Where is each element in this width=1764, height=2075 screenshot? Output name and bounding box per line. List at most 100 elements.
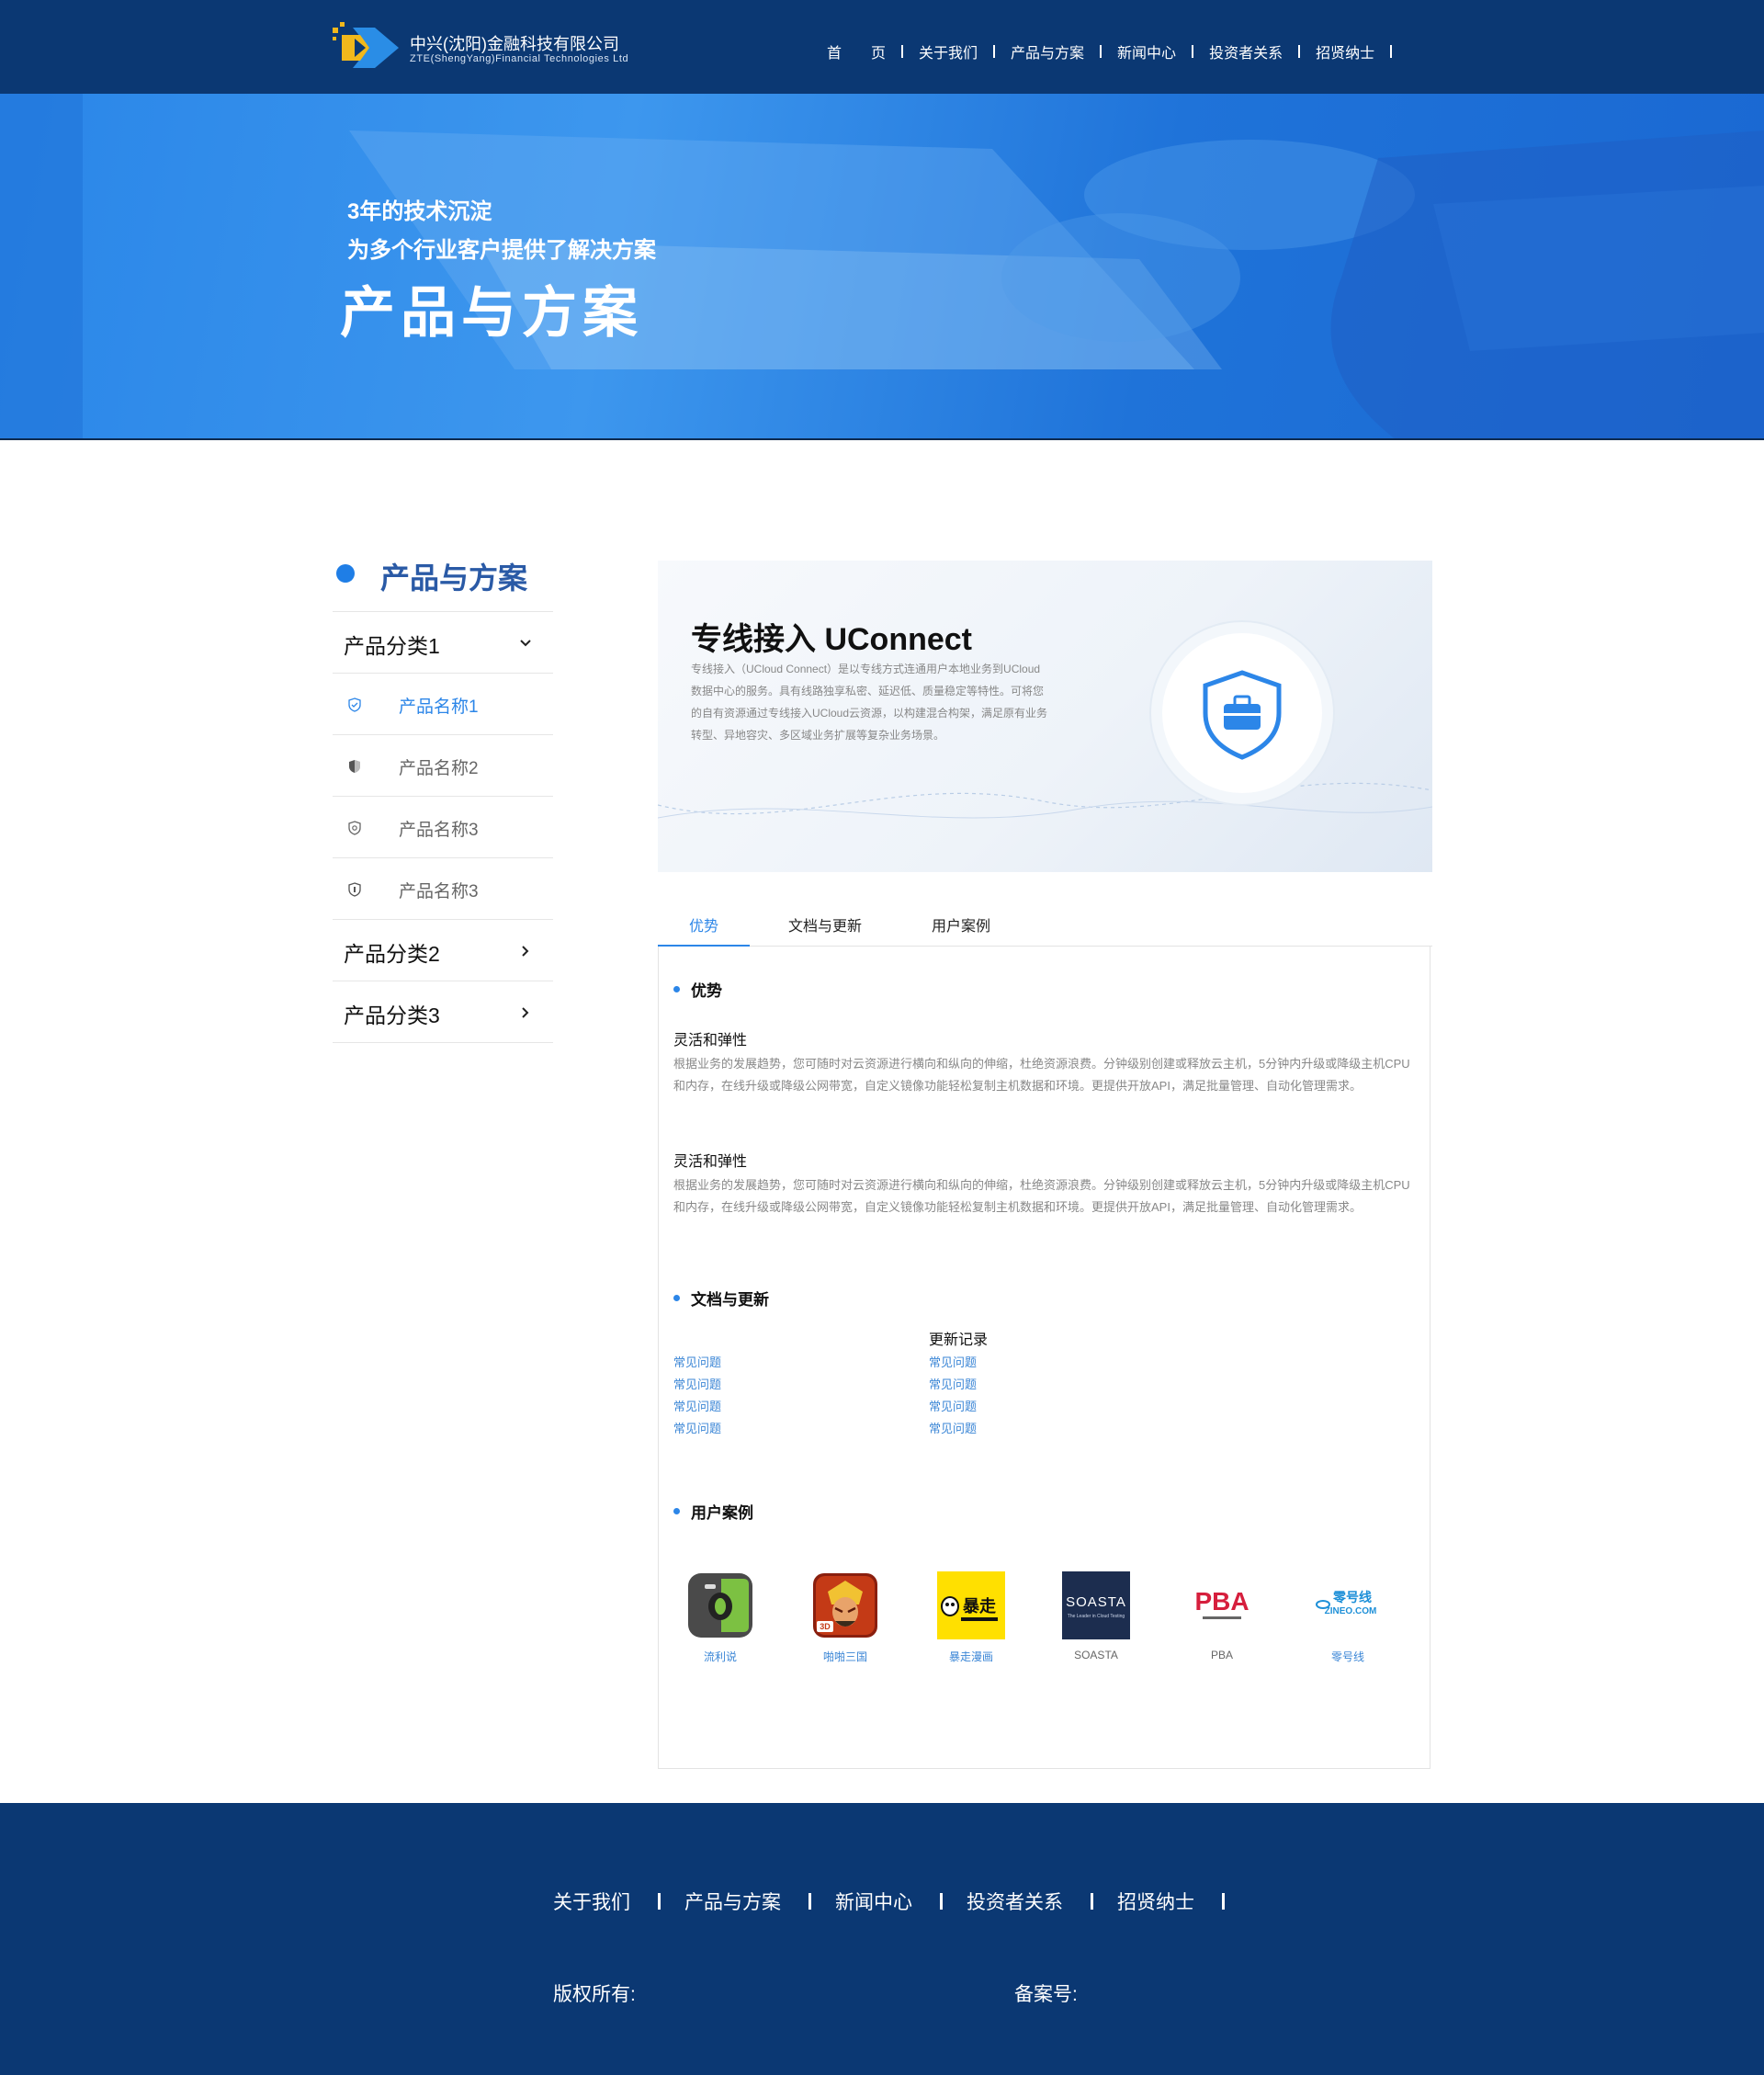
doc-link-faq[interactable]: 常见问题 <box>673 1375 721 1392</box>
footer-nav-separator <box>808 1893 811 1910</box>
product-description: 专线接入（UCloud Connect）是以专线方式连通用户本地业务到UClou… <box>691 663 1048 742</box>
tab-docs[interactable]: 文档与更新 <box>788 913 862 935</box>
footer-nav-about[interactable]: 关于我们 <box>553 1888 684 1915</box>
doc-link-faq[interactable]: 常见问题 <box>673 1397 721 1414</box>
nav-about[interactable]: 关于我们 <box>919 40 1011 62</box>
update-link[interactable]: 常见问题 <box>929 1375 977 1392</box>
tab-advantages[interactable]: 优势 <box>689 913 718 935</box>
sidebar-item-product-4[interactable]: 产品名称3 <box>333 858 553 920</box>
nav-careers[interactable]: 招贤纳士 <box>1316 40 1408 62</box>
category-label: 产品分类1 <box>344 634 440 658</box>
footer-nav-separator <box>658 1893 661 1910</box>
sidebar-category-2[interactable]: 产品分类2 <box>333 920 553 981</box>
product-name-label: 产品名称2 <box>399 759 479 778</box>
update-link[interactable]: 常见问题 <box>929 1419 977 1436</box>
section-title: 优势 <box>691 982 722 1000</box>
sidebar-item-product-3[interactable]: 产品名称3 <box>333 797 553 858</box>
svg-text:暴走: 暴走 <box>963 1597 996 1616</box>
case-name: SOASTA <box>1074 1649 1118 1661</box>
shield-dot-icon <box>348 882 361 897</box>
nav-separator <box>993 45 996 58</box>
top-header: 中兴(沈阳)金融科技有限公司 ZTE(ShengYang)Financial T… <box>0 0 1764 94</box>
bullet-icon <box>673 1295 680 1301</box>
feature-description: 根据业务的发展趋势，您可随时对云资源进行横向和纵向的伸缩，杜绝资源浪费。分钟级别… <box>673 1057 1410 1093</box>
nav-home[interactable]: 首 页 <box>827 40 919 62</box>
category-label: 产品分类3 <box>344 1003 440 1027</box>
product-title: 专线接入 UConnect <box>691 622 972 657</box>
nav-investors[interactable]: 投资者关系 <box>1209 40 1316 62</box>
feature-description: 根据业务的发展趋势，您可随时对云资源进行横向和纵向的伸缩，杜绝资源浪费。分钟级别… <box>673 1178 1410 1214</box>
sidebar-category-1[interactable]: 产品分类1 <box>333 612 553 674</box>
shield-outline-icon <box>348 821 361 835</box>
laptop-hands-illustration <box>0 94 1764 438</box>
update-link[interactable]: 常见问题 <box>929 1353 977 1370</box>
papa-sanguo-logo: 3D <box>813 1573 877 1638</box>
icp-record-text: 备案号: <box>1014 1984 1078 2005</box>
svg-text:零号线: 零号线 <box>1332 1590 1372 1605</box>
chevron-down-icon <box>520 640 531 647</box>
hero-banner: 3年的技术沉淀 为多个行业客户提供了解决方案 产品与方案 <box>0 94 1764 440</box>
nav-about-label: 关于我们 <box>919 46 978 62</box>
product-tabs: 优势 文档与更新 用户案例 <box>658 901 1432 947</box>
nav-separator <box>1192 45 1194 58</box>
bullet-icon <box>673 986 680 992</box>
soasta-logo: SOASTA The Leader in Cloud Testing <box>1062 1571 1130 1639</box>
case-name: 啪啪三国 <box>822 1650 867 1663</box>
update-log-heading: 更新记录 <box>929 1332 989 1348</box>
section-cases-heading: 用户案例 <box>673 1500 753 1523</box>
section-advantages-heading: 优势 <box>673 978 722 1001</box>
footer-nav-careers[interactable]: 招贤纳士 <box>1117 1888 1249 1915</box>
sidebar-item-product-1[interactable]: 产品名称1 <box>333 674 553 735</box>
product-name-label: 产品名称1 <box>399 697 479 717</box>
nav-news[interactable]: 新闻中心 <box>1117 40 1209 62</box>
product-name-label: 产品名称3 <box>399 882 479 901</box>
doc-link-faq[interactable]: 常见问题 <box>673 1419 721 1436</box>
footer-nav-label: 投资者关系 <box>967 1892 1063 1913</box>
shield-check-icon <box>348 697 361 712</box>
sidebar-menu: 产品分类1 产品名称1 产品名称2 产品名称3 产品名称3 产品分类2 产品分类… <box>333 612 553 1043</box>
nav-products[interactable]: 产品与方案 <box>1011 40 1117 62</box>
footer-nav-label: 产品与方案 <box>684 1892 781 1913</box>
case-soasta[interactable]: SOASTA The Leader in Cloud Testing SOAST… <box>1041 1571 1151 1661</box>
svg-text:The Leader in Cloud Testing: The Leader in Cloud Testing <box>1068 1614 1125 1619</box>
footer-nav-investors[interactable]: 投资者关系 <box>967 1888 1117 1915</box>
bullet-icon <box>673 1508 680 1514</box>
product-hero-card: 专线接入 UConnect 专线接入（UCloud Connect）是以专线方式… <box>658 561 1432 872</box>
sidebar-title: 产品与方案 <box>380 561 528 595</box>
case-pba[interactable]: PBA PBA <box>1167 1571 1277 1661</box>
nav-separator <box>1100 45 1102 58</box>
case-name: 流利说 <box>703 1650 737 1663</box>
nav-careers-label: 招贤纳士 <box>1316 46 1375 62</box>
case-zero-line[interactable]: 零号线 ZINEO.COM 零号线 <box>1293 1571 1403 1664</box>
update-link[interactable]: 常见问题 <box>929 1397 977 1414</box>
case-name: 零号线 <box>1330 1650 1364 1663</box>
company-logo[interactable]: 中兴(沈阳)金融科技有限公司 ZTE(ShengYang)Financial T… <box>333 22 636 74</box>
product-name-label: 产品名称3 <box>399 821 479 840</box>
svg-text:ZINEO.COM: ZINEO.COM <box>1325 1606 1377 1616</box>
chevron-right-icon <box>522 1007 529 1018</box>
main-nav: 首 页 关于我们 产品与方案 新闻中心 投资者关系 招贤纳士 <box>827 40 1408 62</box>
zte-logo-icon <box>333 22 399 68</box>
sidebar-category-3[interactable]: 产品分类3 <box>333 981 553 1043</box>
baozou-manhua-logo: 暴走 <box>937 1571 1005 1639</box>
footer-nav-separator <box>940 1893 943 1910</box>
case-baozou[interactable]: 暴走 暴走漫画 <box>916 1571 1026 1664</box>
tab-content-panel: 优势 灵活和弹性 根据业务的发展趋势，您可随时对云资源进行横向和纵向的伸缩，杜绝… <box>658 947 1430 1769</box>
case-liulishuo[interactable]: 流利说 <box>665 1571 775 1664</box>
sidebar-header: 产品与方案 <box>333 548 553 612</box>
sidebar-item-product-2[interactable]: 产品名称2 <box>333 735 553 797</box>
doc-link-faq[interactable]: 常见问题 <box>673 1353 721 1370</box>
feature-title: 灵活和弹性 <box>673 1154 748 1170</box>
category-label: 产品分类2 <box>344 942 440 966</box>
section-docs-heading: 文档与更新 <box>673 1287 769 1310</box>
case-name: 暴走漫画 <box>948 1650 993 1663</box>
case-papa-sanguo[interactable]: 3D 啪啪三国 <box>790 1571 900 1664</box>
company-name-en: ZTE(ShengYang)Financial Technologies Ltd <box>410 53 629 64</box>
tab-cases[interactable]: 用户案例 <box>932 913 990 935</box>
banner-subtitle-1: 3年的技术沉淀 <box>347 199 492 224</box>
nav-separator <box>901 45 904 58</box>
section-title: 用户案例 <box>691 1504 753 1522</box>
footer-nav-news[interactable]: 新闻中心 <box>835 1888 967 1915</box>
bullet-icon <box>336 564 355 583</box>
footer-nav-products[interactable]: 产品与方案 <box>684 1888 835 1915</box>
